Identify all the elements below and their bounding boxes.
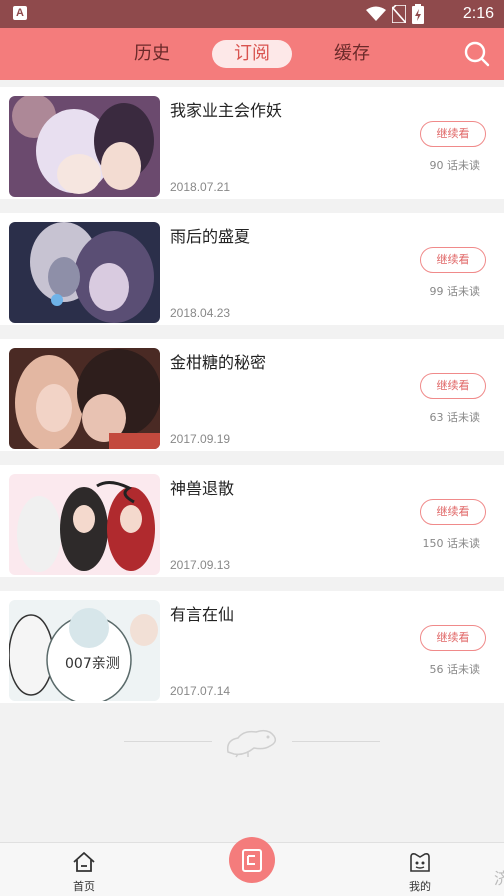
nav-bookshelf[interactable]: [229, 837, 275, 883]
comic-cover[interactable]: [9, 348, 160, 449]
comic-cover[interactable]: [9, 474, 160, 575]
system-icons: [366, 4, 424, 24]
wifi-icon: [366, 6, 386, 21]
profile-icon: [410, 853, 430, 872]
update-date: 2017.09.13: [170, 558, 231, 572]
divider-line: [124, 741, 212, 742]
unread-count: 63 话未读: [429, 411, 481, 424]
continue-reading-button[interactable]: 继续看: [420, 247, 486, 273]
app-notification-icon: A: [13, 6, 27, 20]
continue-reading-button[interactable]: 继续看: [420, 373, 486, 399]
end-of-list-divider: [0, 722, 504, 762]
comic-title: 有言在仙: [170, 605, 235, 624]
comic-card[interactable]: 神兽退散 继续看 150 话未读 2017.09.13: [0, 465, 504, 577]
nav-home-label: 首页: [73, 880, 95, 893]
update-date: 2017.09.19: [170, 432, 231, 446]
nav-home[interactable]: 首页: [54, 851, 114, 894]
tab-subscribed[interactable]: 订阅: [212, 40, 292, 68]
update-date: 2017.07.14: [170, 684, 231, 698]
battery-icon: [412, 4, 424, 24]
comic-title: 神兽退散: [170, 479, 235, 498]
unread-count: 150 话未读: [422, 537, 481, 550]
divider-line: [292, 741, 380, 742]
comic-cover[interactable]: [9, 96, 160, 197]
nav-profile[interactable]: 我的: [390, 851, 450, 894]
nav-profile-label: 我的: [409, 880, 431, 893]
top-header: 历史 订阅 缓存: [0, 28, 504, 80]
update-date: 2018.07.21: [170, 180, 231, 194]
cover-overlay-text: 007亲测: [65, 656, 120, 672]
continue-reading-button[interactable]: 继续看: [420, 121, 486, 147]
comic-cover[interactable]: [9, 222, 160, 323]
unread-count: 56 话未读: [429, 663, 481, 676]
update-date: 2018.04.23: [170, 306, 231, 320]
comic-card[interactable]: 雨后的盛夏 继续看 99 话未读 2018.04.23: [0, 213, 504, 325]
comic-cover[interactable]: 007亲测: [9, 600, 160, 701]
unread-count: 99 话未读: [429, 285, 481, 298]
continue-reading-button[interactable]: 继续看: [420, 625, 486, 651]
tab-cache[interactable]: 缓存: [312, 40, 392, 68]
edge-floating-glyph: 济: [493, 869, 504, 888]
clock: 2:16: [462, 5, 494, 22]
subscription-list: 我家业主会作妖 继续看 90 话未读 2018.07.21 雨后的盛夏 继续看 …: [0, 87, 504, 717]
comic-title: 雨后的盛夏: [170, 227, 251, 246]
comic-card[interactable]: 我家业主会作妖 继续看 90 话未读 2018.07.21: [0, 87, 504, 199]
comic-card[interactable]: 007亲测 有言在仙 继续看 56 话未读 2017.07.14: [0, 591, 504, 703]
tab-history[interactable]: 历史: [112, 40, 192, 68]
mascot-icon: [226, 729, 277, 758]
comic-title: 金柑糖的秘密: [170, 353, 267, 372]
unread-count: 90 话未读: [429, 159, 481, 172]
search-icon[interactable]: [462, 39, 492, 69]
status-bar: A 2:16: [0, 0, 504, 28]
bookshelf-icon: [242, 849, 262, 872]
comic-card[interactable]: 金柑糖的秘密 继续看 63 话未读 2017.09.19: [0, 339, 504, 451]
comic-title: 我家业主会作妖: [170, 101, 283, 120]
no-sim-icon: [392, 5, 406, 23]
home-icon: [73, 852, 95, 872]
bottom-nav: 首页 我的 济: [0, 837, 504, 896]
continue-reading-button[interactable]: 继续看: [420, 499, 486, 525]
tab-bar: 历史 订阅 缓存: [0, 28, 504, 80]
